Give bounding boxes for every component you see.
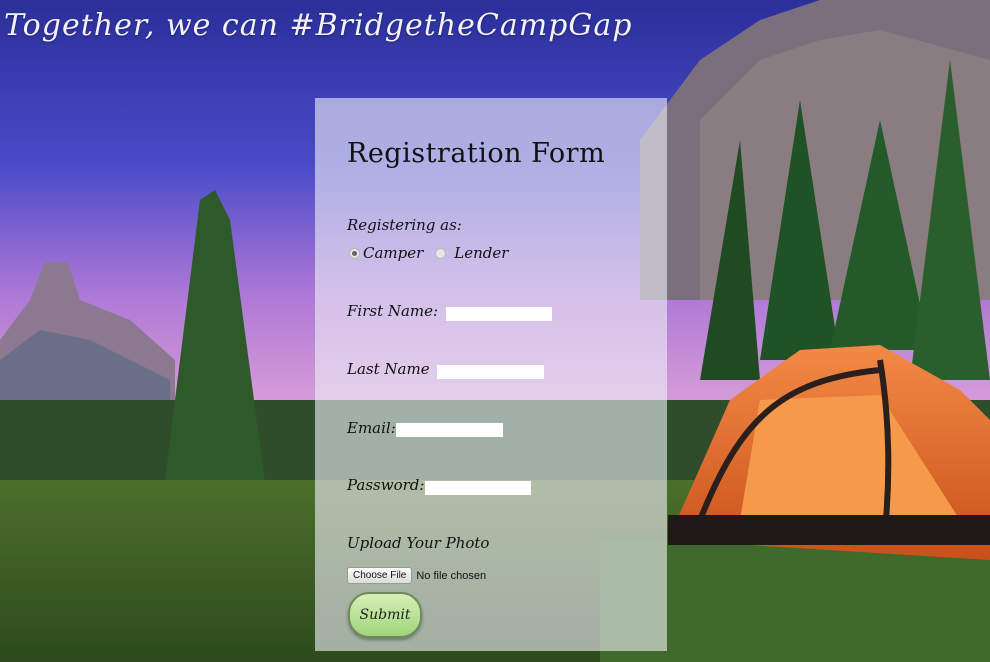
registering-as-label: Registering as: [347,216,462,234]
lender-radio[interactable] [435,247,447,259]
role-radio-group: Camper Lender [349,244,508,262]
email-field[interactable] [396,423,503,437]
submit-button[interactable]: Submit [348,592,422,638]
first-name-field[interactable] [446,307,552,321]
last-name-label: Last Name [347,360,430,378]
form-title: Registration Form [347,138,606,169]
password-field[interactable] [425,481,531,495]
camper-radio[interactable] [349,247,360,259]
file-status-text: No file chosen [416,569,487,582]
upload-photo-label: Upload Your Photo [347,534,490,552]
email-label: Email: [347,419,396,437]
first-name-label: First Name: [347,302,439,320]
password-label: Password: [347,476,425,494]
camper-radio-label: Camper [363,244,424,262]
file-upload: Choose File No file chosen [347,567,486,584]
choose-file-button[interactable]: Choose File [347,567,413,584]
banner-hashtag: Together, we can #BridgetheCampGap [4,8,633,43]
lender-radio-label: Lender [454,244,509,262]
last-name-field[interactable] [437,365,544,379]
registration-panel: Registration Form Registering as: Camper… [315,98,667,651]
